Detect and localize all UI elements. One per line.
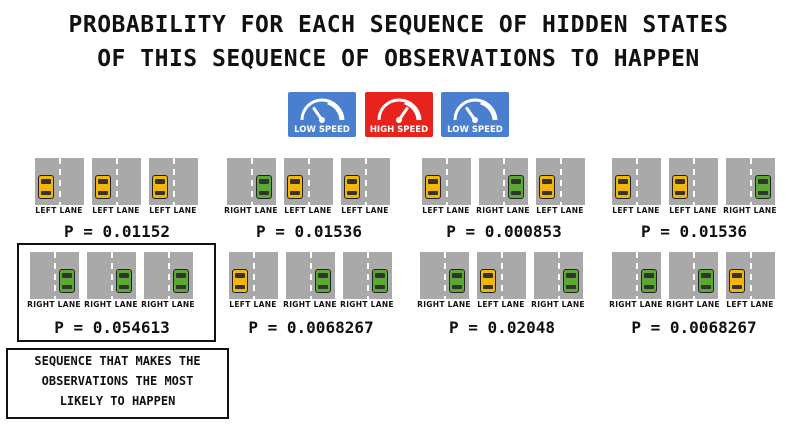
lane-divider [750, 252, 752, 299]
road-tile-right [420, 252, 469, 299]
road-tile-left [612, 158, 661, 205]
green-car-icon [698, 269, 714, 293]
observation-label: LOW SPEED [447, 125, 503, 135]
yellow-car-icon [232, 269, 248, 293]
observation-2: HIGH SPEED [365, 92, 433, 137]
lane-label: LEFT LANE [341, 206, 389, 215]
yellow-car-icon [344, 175, 360, 199]
lane-divider [444, 252, 446, 299]
sequence-probability: P = 0.0068267 [248, 318, 374, 337]
lane-label: LEFT LANE [536, 206, 584, 215]
observation-1: LOW SPEED [288, 92, 356, 137]
lane-divider [503, 158, 505, 205]
observation-label: LOW SPEED [294, 125, 350, 135]
sequence-probability: P = 0.02048 [449, 318, 555, 337]
road-tile-right [534, 252, 583, 299]
road-tile-left [669, 158, 718, 205]
yellow-car-icon [152, 175, 168, 199]
green-car-icon [449, 269, 465, 293]
yellow-car-icon [480, 269, 496, 293]
yellow-car-icon [95, 175, 111, 199]
lane-divider [693, 158, 695, 205]
road-tile-left [229, 252, 278, 299]
road-tile-left [284, 158, 333, 205]
lane-divider [636, 252, 638, 299]
green-car-icon [755, 175, 771, 199]
yellow-car-icon [38, 175, 54, 199]
note-line: LIKELY TO HAPPEN [59, 394, 176, 408]
lane-label: LEFT LANE [149, 206, 197, 215]
lane-label: LEFT LANE [726, 300, 774, 309]
road-tile-right [227, 158, 276, 205]
note-line: SEQUENCE THAT MAKES THE [34, 354, 201, 368]
yellow-car-icon [672, 175, 688, 199]
road-tile-left [477, 252, 526, 299]
road-tile-right [286, 252, 335, 299]
green-car-icon [256, 175, 272, 199]
lane-divider [367, 252, 369, 299]
road-tile-right [343, 252, 392, 299]
lane-label: RIGHT LANE [340, 300, 394, 309]
yellow-car-icon [615, 175, 631, 199]
green-car-icon [372, 269, 388, 293]
sequence-probability: P = 0.000853 [446, 222, 562, 241]
lane-label: RIGHT LANE [723, 206, 777, 215]
lane-divider [558, 252, 560, 299]
yellow-car-icon [287, 175, 303, 199]
green-car-icon [641, 269, 657, 293]
lane-divider [446, 158, 448, 205]
lane-divider [251, 158, 253, 205]
green-car-icon [563, 269, 579, 293]
sequence-probability: P = 0.0068267 [631, 318, 757, 337]
road-tile-right [726, 158, 775, 205]
lane-divider [308, 158, 310, 205]
lane-label: RIGHT LANE [531, 300, 585, 309]
lane-divider [116, 158, 118, 205]
title-line-1: PROBABILITY FOR EACH SEQUENCE OF HIDDEN … [68, 12, 729, 38]
lane-divider [253, 252, 255, 299]
observation-3: LOW SPEED [441, 92, 509, 137]
green-car-icon [508, 175, 524, 199]
note-text: SEQUENCE THAT MAKES THE OBSERVATIONS THE… [7, 351, 228, 411]
note-line: OBSERVATIONS THE MOST [41, 374, 194, 388]
lane-divider [560, 158, 562, 205]
sequence-probability: P = 0.01536 [641, 222, 747, 241]
lane-divider [310, 252, 312, 299]
road-tile-left [149, 158, 198, 205]
sequence-probability: P = 0.01152 [64, 222, 170, 241]
yellow-car-icon [539, 175, 555, 199]
road-tile-left [341, 158, 390, 205]
highlight-box [17, 243, 216, 342]
road-tile-left [35, 158, 84, 205]
road-tile-left [92, 158, 141, 205]
green-car-icon [315, 269, 331, 293]
lane-divider [636, 158, 638, 205]
lane-divider [750, 158, 752, 205]
observation-label: HIGH SPEED [369, 125, 429, 135]
road-tile-right [669, 252, 718, 299]
road-tile-right [612, 252, 661, 299]
yellow-car-icon [425, 175, 441, 199]
road-tile-left [726, 252, 775, 299]
yellow-car-icon [729, 269, 745, 293]
lane-divider [693, 252, 695, 299]
lane-divider [365, 158, 367, 205]
sequence-probability: P = 0.01536 [256, 222, 362, 241]
lane-divider [173, 158, 175, 205]
lane-divider [59, 158, 61, 205]
road-tile-left [536, 158, 585, 205]
road-tile-left [422, 158, 471, 205]
road-tile-right [479, 158, 528, 205]
title-line-2: OF THIS SEQUENCE OF OBSERVATIONS TO HAPP… [97, 46, 700, 72]
lane-divider [501, 252, 503, 299]
